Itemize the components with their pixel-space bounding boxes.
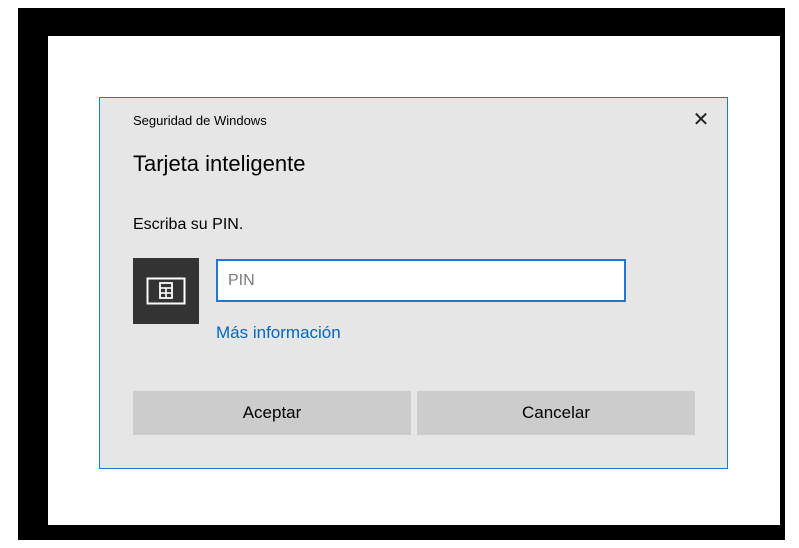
- smart-card-tile: [133, 258, 199, 324]
- pin-input[interactable]: [216, 259, 626, 302]
- windows-security-dialog: Seguridad de Windows ✕ Tarjeta inteligen…: [99, 97, 728, 469]
- app-title: Seguridad de Windows: [133, 113, 267, 128]
- close-button[interactable]: ✕: [687, 107, 715, 133]
- more-info-link[interactable]: Más información: [216, 323, 341, 343]
- smart-card-icon: [146, 277, 186, 305]
- accept-button[interactable]: Aceptar: [133, 391, 411, 435]
- dialog-heading: Tarjeta inteligente: [133, 151, 306, 176]
- cancel-button[interactable]: Cancelar: [417, 391, 695, 435]
- pin-prompt: Escriba su PIN.: [133, 216, 244, 233]
